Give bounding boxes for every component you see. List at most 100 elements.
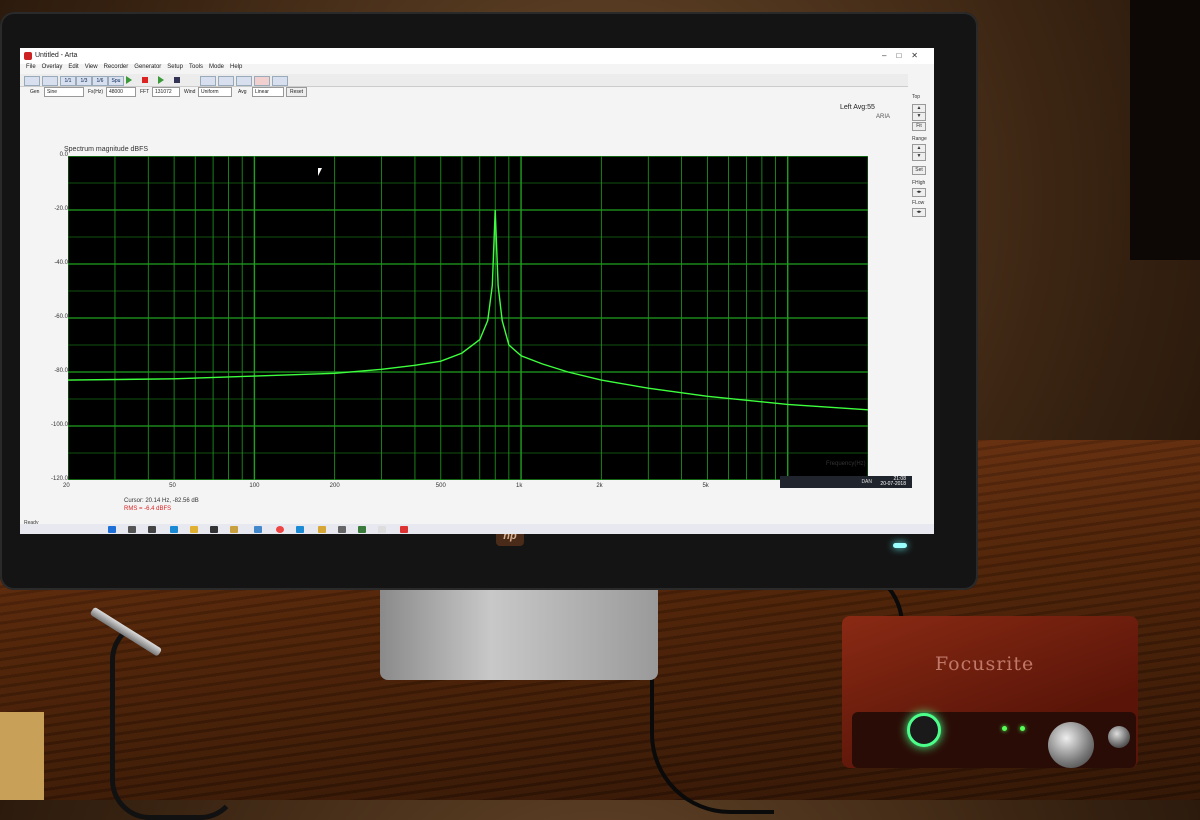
folder2-icon[interactable]: [318, 526, 326, 533]
stop-icon[interactable]: [142, 77, 148, 83]
gen-select[interactable]: Sine: [44, 87, 84, 97]
tray-date: 20-07-2018: [880, 481, 906, 487]
focusrite-logo: Focusrite: [935, 653, 1035, 675]
side-panel: Top ▲ ▼ Fit Range ▲ ▼ Set FHigh ◂▸ FLow …: [908, 88, 934, 228]
window-controls[interactable]: –□✕: [882, 48, 928, 64]
settings-bar: Gen Sine Fs(Hz) 48000 FFT 131072 Wind Un…: [20, 86, 908, 98]
fit-button[interactable]: Fit: [912, 122, 926, 131]
cards-icon[interactable]: [378, 526, 386, 533]
x-tick-label: 500: [435, 483, 446, 489]
wall-shadow: [1130, 0, 1200, 260]
y-tick-label: -60.0: [54, 314, 68, 320]
y-tick-label: -40.0: [54, 260, 68, 266]
headphone-knob[interactable]: [1108, 726, 1130, 748]
app-icon[interactable]: [254, 526, 262, 533]
top-label: Top: [912, 94, 921, 100]
menu-item-file[interactable]: File: [26, 64, 36, 70]
fhigh-stepper[interactable]: ◂▸: [912, 188, 926, 197]
range-down-button[interactable]: ▼: [912, 152, 926, 161]
gen-label: Gen: [30, 89, 40, 95]
flow-stepper[interactable]: ◂▸: [912, 208, 926, 217]
menu-item-edit[interactable]: Edit: [68, 64, 78, 70]
x-tick-label: 100: [249, 483, 260, 489]
task-view-icon[interactable]: [148, 526, 156, 533]
flow-label: FLow: [912, 200, 925, 206]
tray-clock[interactable]: 21:08 20-07-2018: [880, 477, 906, 487]
play-icon[interactable]: [126, 76, 132, 84]
folder-icon[interactable]: [230, 526, 238, 533]
x-tick-label: 1k: [516, 483, 523, 489]
aria-label: ARIA: [876, 114, 891, 120]
toolbar-btn-1-1[interactable]: 1/1: [60, 76, 76, 86]
set-button[interactable]: Set: [912, 166, 926, 175]
system-tray: 21:08 20-07-2018 DAN: [780, 476, 912, 488]
rms-readout: RMS = -6.4 dBFS: [124, 506, 172, 512]
taskbar: [20, 524, 934, 534]
monitor-knob[interactable]: [1048, 722, 1094, 768]
x-tick-label: 50: [169, 483, 176, 489]
screen: Untitled - Arta –□✕ File Overlay Edit View R…: [20, 48, 934, 534]
menu-item-tools[interactable]: Tools: [189, 64, 203, 70]
stop2-icon[interactable]: [174, 77, 180, 83]
paper-sheet: [0, 712, 44, 800]
toolbar-btn-spu[interactable]: Spu: [108, 76, 124, 86]
window-title: Untitled - Arta: [35, 52, 78, 59]
fs-select[interactable]: 48000: [106, 87, 136, 97]
compare-icon[interactable]: [236, 76, 252, 86]
x-tick-label: 200: [329, 483, 340, 489]
search-icon[interactable]: [128, 526, 136, 533]
x-axis-title: Frequency(Hz): [826, 461, 866, 467]
record-icon[interactable]: [254, 76, 270, 86]
edge-icon[interactable]: [170, 526, 178, 533]
tray-lang[interactable]: DAN: [861, 479, 872, 485]
top-down-button[interactable]: ▼: [912, 112, 926, 121]
overlay-icon[interactable]: [218, 76, 234, 86]
y-tick-label: -120.0: [50, 476, 68, 482]
channel-info: Left Avg:55: [840, 104, 875, 111]
menu-item-view[interactable]: View: [85, 64, 98, 70]
menu-item-overlay[interactable]: Overlay: [42, 64, 63, 70]
excel-icon[interactable]: [358, 526, 366, 533]
spectrum-plot[interactable]: [68, 156, 868, 480]
fs-label: Fs(Hz): [88, 89, 103, 95]
y-tick-label: -100.0: [50, 422, 68, 428]
avg-label: Avg: [238, 89, 247, 95]
x-tick-label: 2k: [596, 483, 603, 489]
calculator-icon[interactable]: [338, 526, 346, 533]
x-tick-label: 5k: [702, 483, 709, 489]
chrome-icon[interactable]: [276, 526, 284, 533]
cursor-readout: Cursor: 20.14 Hz, -82.56 dB: [124, 498, 199, 504]
avg-select[interactable]: Linear: [252, 87, 284, 97]
arta-taskbar-icon[interactable]: [400, 526, 408, 533]
status-led: [1002, 726, 1007, 731]
mouse-pointer-icon: [318, 168, 322, 176]
menu-item-recorder[interactable]: Recorder: [104, 64, 129, 70]
toolbar-btn-1-3[interactable]: 1/3: [76, 76, 92, 86]
gain-knob[interactable]: [907, 713, 941, 747]
menu-bar: File Overlay Edit View Recorder Generator Setu…: [20, 64, 934, 74]
menu-item-generator[interactable]: Generator: [134, 64, 161, 70]
settings-icon[interactable]: [272, 76, 288, 86]
play2-icon[interactable]: [158, 76, 164, 84]
fft-label: FFT: [140, 89, 150, 95]
new-icon[interactable]: [24, 76, 40, 86]
pointer-icon[interactable]: [42, 76, 58, 86]
ie-icon[interactable]: [296, 526, 304, 533]
range-label: Range: [912, 136, 927, 142]
store-icon[interactable]: [210, 526, 218, 533]
fft-select[interactable]: 131072: [152, 87, 180, 97]
menu-item-setup[interactable]: Setup: [167, 64, 183, 70]
file-explorer-icon[interactable]: [190, 526, 198, 533]
monitor-cable: [650, 580, 774, 814]
audio-cable-left: [110, 620, 240, 820]
menu-item-mode[interactable]: Mode: [209, 64, 224, 70]
reset-button[interactable]: Reset: [286, 87, 308, 97]
x-tick-label: 20: [63, 483, 70, 489]
plot-title: Spectrum magnitude dBFS: [64, 146, 149, 153]
wind-select[interactable]: Uniform: [198, 87, 232, 97]
windows-start-icon[interactable]: [108, 526, 116, 533]
toolbar-btn-1-6[interactable]: 1/6: [92, 76, 108, 86]
zoom-icon[interactable]: [200, 76, 216, 86]
menu-item-help[interactable]: Help: [230, 64, 242, 70]
y-tick-label: 0.0: [59, 152, 68, 158]
